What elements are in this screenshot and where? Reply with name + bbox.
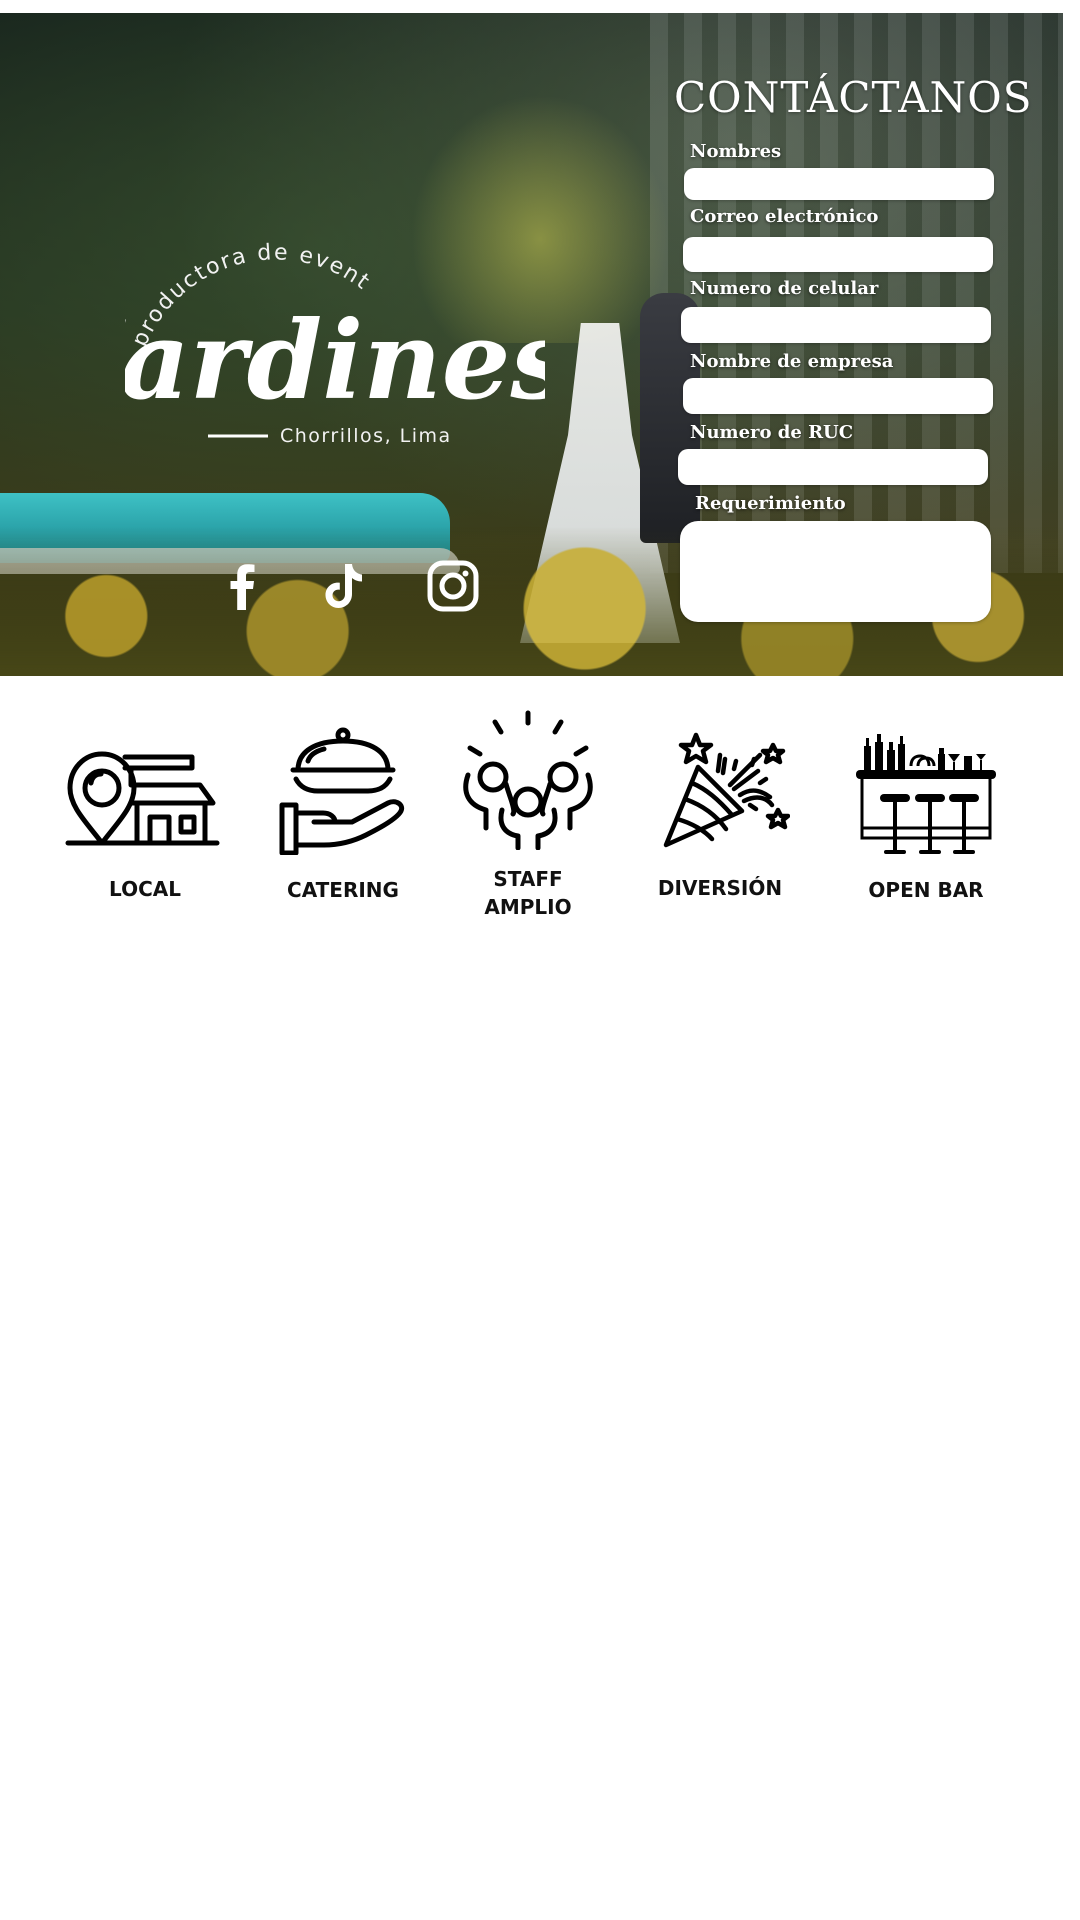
service-diversion: DIVERSIÓN [630,700,810,940]
ruc-label: Numero de RUC [690,422,854,443]
facebook-icon [230,564,255,610]
service-local-label: LOCAL [109,877,181,901]
location-house-icon [65,751,220,846]
brand-logo: productora de eventos Jardines Chorrillo… [52,209,572,458]
party-popper-icon [663,732,790,848]
service-diversion-label: DIVERSIÓN [657,876,783,900]
services-section: LOCAL CATERING STAFF AMPLIO DIVERSIÓN OP… [0,700,1080,960]
open-bar-icon [856,734,996,854]
logo-location: Chorrillos, Lima [280,425,452,447]
correo-label: Correo electrónico [690,206,879,227]
ruc-input[interactable] [678,449,988,485]
logo-name: Jardines [125,298,545,424]
service-openbar: OPEN BAR [836,700,1016,940]
facebook-link[interactable] [215,558,271,614]
correo-input[interactable] [683,237,993,272]
brand-logo-svg: productora de eventos Jardines Chorrillo… [52,209,572,447]
instagram-link[interactable] [425,558,481,614]
social-links [205,558,495,618]
tiktok-icon [325,564,362,608]
service-staff-label: STAFF AMPLIO [438,865,618,921]
catering-cloche-icon [279,727,405,855]
service-staff-label-line1: STAFF [493,867,563,891]
service-local: LOCAL [55,700,235,940]
service-catering: CATERING [253,700,433,940]
celular-input[interactable] [681,307,991,343]
service-staff: STAFF AMPLIO [438,700,618,940]
contact-title: CONTÁCTANOS [674,73,1033,122]
tiktok-link[interactable] [315,558,371,614]
nombres-label: Nombres [690,141,782,162]
hero-banner: productora de eventos Jardines Chorrillo… [0,13,1063,676]
service-catering-label: CATERING [287,878,399,902]
instagram-icon [427,560,479,612]
requerimiento-textarea[interactable] [680,521,991,622]
requerimiento-label: Requerimiento [695,493,846,514]
service-openbar-label: OPEN BAR [868,878,984,902]
staff-group-icon [463,710,593,850]
celular-label: Numero de celular [690,278,879,299]
empresa-label: Nombre de empresa [690,351,894,372]
service-staff-label-line2: AMPLIO [484,895,572,919]
empresa-input[interactable] [683,378,993,414]
nombres-input[interactable] [684,168,994,200]
